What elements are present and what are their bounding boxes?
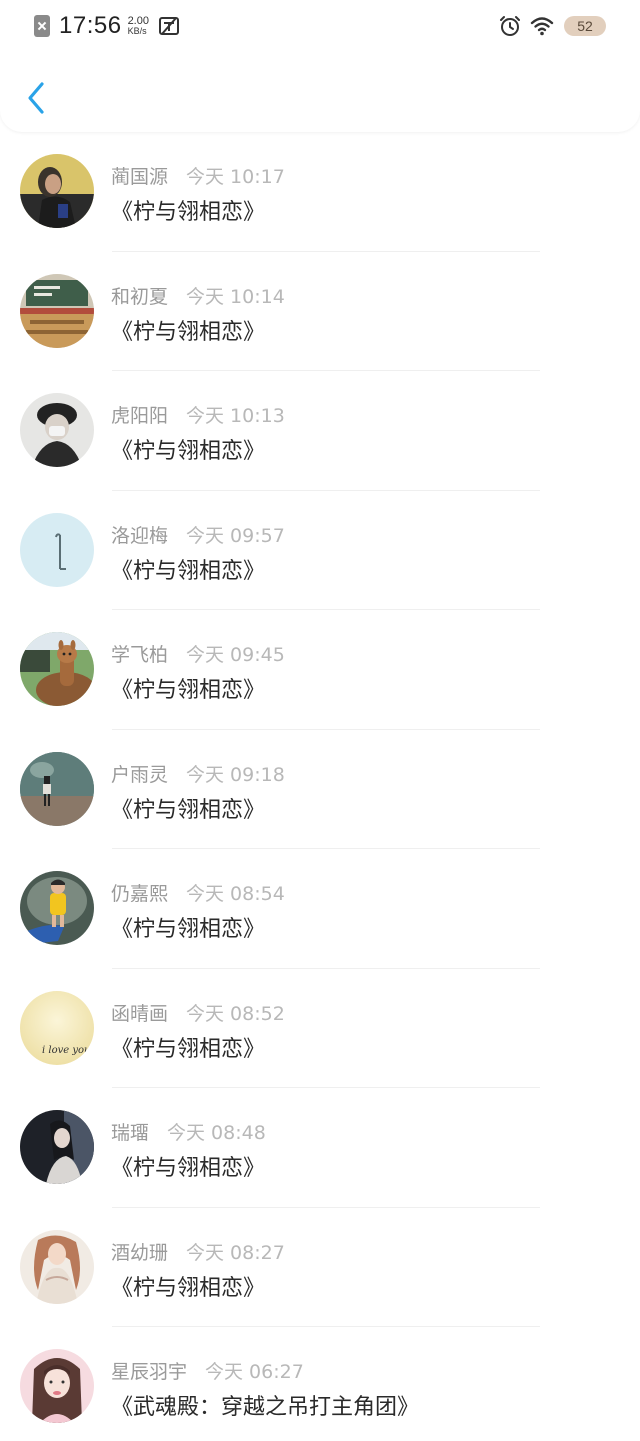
sim-off-icon bbox=[34, 15, 50, 37]
book-title[interactable]: 《柠与翎相恋》 bbox=[111, 672, 265, 704]
book-title[interactable]: 《柠与翎相恋》 bbox=[111, 314, 265, 346]
item-meta: 函晴画 今天 08:52 bbox=[111, 999, 285, 1026]
list-item[interactable]: 瑞璢 今天 08:48 《柠与翎相恋》 bbox=[0, 1088, 640, 1208]
item-meta: 蔺国源 今天 10:17 bbox=[111, 162, 285, 189]
avatar[interactable]: i love you bbox=[20, 990, 94, 1065]
book-title[interactable]: 《柠与翎相恋》 bbox=[111, 1031, 265, 1063]
author-name[interactable]: 瑞璢 bbox=[111, 1118, 149, 1145]
list-item[interactable]: 学飞柏 今天 09:45 《柠与翎相恋》 bbox=[0, 610, 640, 730]
item-meta: 学飞柏 今天 09:45 bbox=[111, 640, 285, 667]
timestamp: 今天 10:13 bbox=[186, 405, 285, 427]
item-meta: 瑞璢 今天 08:48 bbox=[111, 1118, 266, 1145]
avatar-image bbox=[20, 1229, 94, 1304]
avatar[interactable] bbox=[20, 1229, 94, 1304]
avatar-image bbox=[20, 632, 94, 706]
avatar[interactable] bbox=[20, 871, 94, 945]
alarm-icon bbox=[500, 16, 520, 36]
timestamp: 今天 08:27 bbox=[186, 1241, 285, 1264]
status-bar: 17:56 2.00 KB/s 52 bbox=[0, 0, 640, 52]
item-meta: 酒幼珊 今天 08:27 bbox=[111, 1238, 285, 1265]
timestamp: 今天 09:18 bbox=[186, 763, 285, 786]
timestamp: 今天 10:17 bbox=[186, 166, 285, 188]
author-name[interactable]: 虎阳阳 bbox=[111, 401, 168, 428]
author-name[interactable]: 仍嘉熙 bbox=[111, 879, 168, 906]
status-time: 17:56 bbox=[59, 12, 122, 39]
battery-icon: 52 bbox=[564, 16, 606, 36]
avatar-image bbox=[20, 273, 94, 348]
avatar[interactable] bbox=[20, 1110, 94, 1184]
book-title[interactable]: 《柠与翎相恋》 bbox=[111, 194, 265, 226]
timestamp: 今天 08:54 bbox=[186, 883, 285, 905]
list-item[interactable]: 酒幼珊 今天 08:27 《柠与翎相恋》 bbox=[0, 1208, 640, 1327]
list-item[interactable]: 蔺国源 今天 10:17 《柠与翎相恋》 bbox=[0, 132, 640, 252]
list-item[interactable]: 和初夏 今天 10:14 《柠与翎相恋》 bbox=[0, 252, 640, 371]
book-title[interactable]: 《柠与翎相恋》 bbox=[111, 792, 265, 824]
avatar-image bbox=[20, 512, 94, 587]
author-name[interactable]: 和初夏 bbox=[111, 282, 168, 309]
avatar-image bbox=[20, 1110, 94, 1184]
avatar[interactable] bbox=[20, 1349, 94, 1423]
timestamp: 今天 06:27 bbox=[205, 1361, 304, 1383]
list-item[interactable]: 仍嘉熙 今天 08:54 《柠与翎相恋》 bbox=[0, 849, 640, 969]
author-name[interactable]: 户雨灵 bbox=[111, 760, 168, 787]
chevron-left-icon bbox=[28, 82, 44, 114]
status-bar-left: 17:56 2.00 KB/s bbox=[34, 12, 180, 40]
list-item[interactable]: 洛迎梅 今天 09:57 《柠与翎相恋》 bbox=[0, 491, 640, 610]
author-name[interactable]: 蔺国源 bbox=[111, 162, 168, 189]
item-meta: 仍嘉熙 今天 08:54 bbox=[111, 879, 285, 906]
net-speed: 2.00 KB/s bbox=[127, 15, 149, 37]
comment-list: 蔺国源 今天 10:17 《柠与翎相恋》 和初夏 今天 10:14 《柠与翎相恋… bbox=[0, 132, 640, 1441]
net-speed-unit: KB/s bbox=[127, 26, 147, 36]
list-item[interactable]: 星辰羽宇 今天 06:27 《武魂殿：穿越之吊打主角团》 bbox=[0, 1327, 640, 1441]
wifi-icon bbox=[530, 17, 554, 36]
timestamp: 今天 08:52 bbox=[186, 1002, 285, 1025]
avatar[interactable] bbox=[20, 632, 94, 706]
book-title[interactable]: 《柠与翎相恋》 bbox=[111, 433, 265, 465]
list-item[interactable]: 虎阳阳 今天 10:13 《柠与翎相恋》 bbox=[0, 371, 640, 491]
avatar-text: i love you bbox=[42, 1045, 90, 1056]
book-title[interactable]: 《武魂殿：穿越之吊打主角团》 bbox=[111, 1389, 419, 1421]
timestamp: 今天 10:14 bbox=[186, 285, 285, 308]
timestamp: 今天 09:45 bbox=[186, 644, 285, 666]
book-title[interactable]: 《柠与翎相恋》 bbox=[111, 911, 265, 943]
author-name[interactable]: 洛迎梅 bbox=[111, 521, 168, 548]
avatar-image bbox=[20, 154, 94, 228]
timestamp: 今天 08:48 bbox=[167, 1122, 266, 1144]
item-meta: 虎阳阳 今天 10:13 bbox=[111, 401, 285, 428]
avatar-image bbox=[20, 751, 94, 826]
author-name[interactable]: 星辰羽宇 bbox=[111, 1357, 187, 1384]
book-title[interactable]: 《柠与翎相恋》 bbox=[111, 553, 265, 585]
avatar-image bbox=[20, 393, 94, 467]
author-name[interactable]: 酒幼珊 bbox=[111, 1238, 168, 1265]
tsup-icon bbox=[158, 17, 179, 35]
timestamp: 今天 09:57 bbox=[186, 524, 285, 547]
list-item[interactable]: i love you 函晴画 今天 08:52 《柠与翎相恋》 bbox=[0, 969, 640, 1088]
avatar-image bbox=[20, 871, 94, 945]
item-meta: 洛迎梅 今天 09:57 bbox=[111, 521, 285, 548]
item-meta: 和初夏 今天 10:14 bbox=[111, 282, 285, 309]
list-item[interactable]: 户雨灵 今天 09:18 《柠与翎相恋》 bbox=[0, 730, 640, 849]
book-title[interactable]: 《柠与翎相恋》 bbox=[111, 1150, 265, 1182]
battery-level: 52 bbox=[577, 18, 593, 34]
author-name[interactable]: 学飞柏 bbox=[111, 640, 168, 667]
item-meta: 星辰羽宇 今天 06:27 bbox=[111, 1357, 304, 1384]
avatar[interactable] bbox=[20, 154, 94, 228]
item-meta: 户雨灵 今天 09:18 bbox=[111, 760, 285, 787]
avatar[interactable] bbox=[20, 512, 94, 587]
status-bar-right: 52 bbox=[498, 12, 606, 40]
avatar[interactable] bbox=[20, 751, 94, 826]
avatar-image: i love you bbox=[20, 990, 94, 1065]
back-button[interactable] bbox=[20, 78, 52, 118]
net-speed-value: 2.00 bbox=[127, 15, 149, 27]
avatar[interactable] bbox=[20, 273, 94, 348]
avatar[interactable] bbox=[20, 393, 94, 467]
app-header: 17:56 2.00 KB/s 52 bbox=[0, 0, 640, 132]
author-name[interactable]: 函晴画 bbox=[111, 999, 168, 1026]
avatar-image bbox=[20, 1349, 94, 1423]
book-title[interactable]: 《柠与翎相恋》 bbox=[111, 1270, 265, 1302]
